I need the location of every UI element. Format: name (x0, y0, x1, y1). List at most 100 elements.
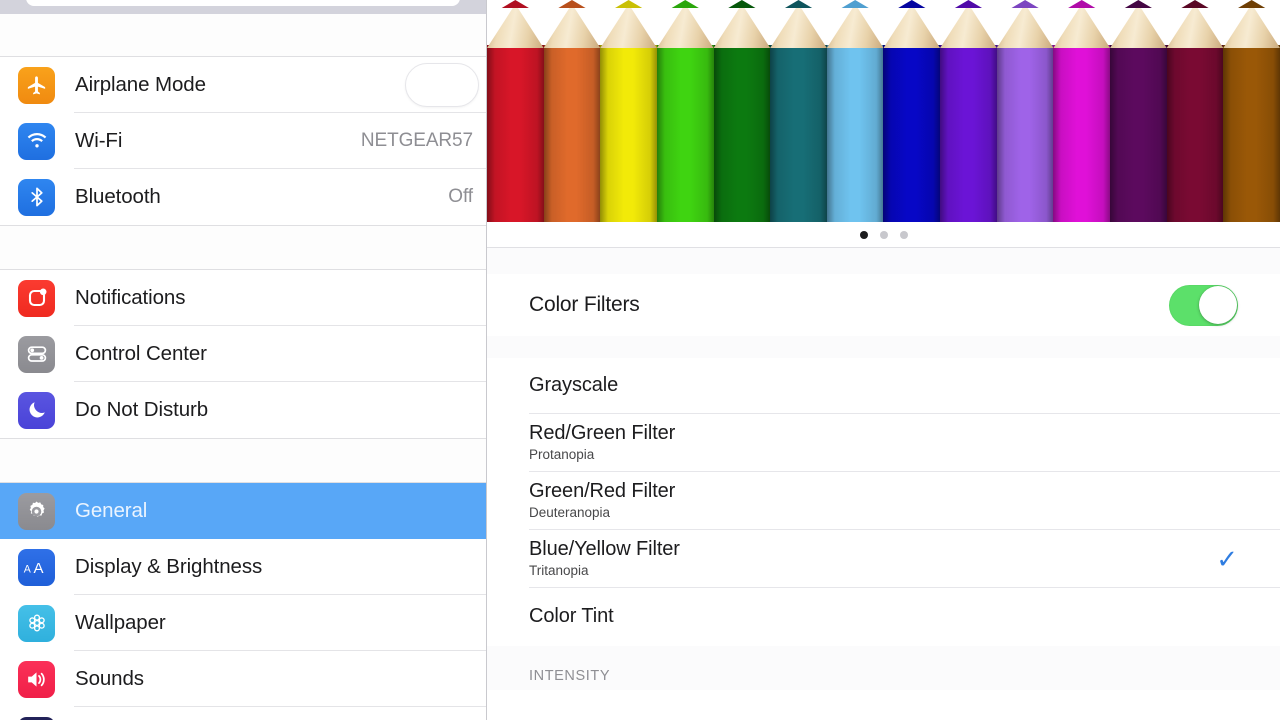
filter-option-green-red[interactable]: Green/Red Filter Deuteranopia ✓ (487, 472, 1280, 530)
pencil-tip (954, 0, 983, 8)
pencil-13 (1166, 0, 1224, 222)
sidebar-top-spacer (0, 14, 486, 57)
pencil-barrel (713, 45, 771, 222)
pencil-barrel (883, 45, 941, 222)
option-title: Red/Green Filter (529, 422, 676, 444)
pencil-tip (784, 0, 813, 8)
pencil-row (487, 0, 1280, 222)
option-subtitle: Tritanopia (529, 563, 589, 578)
sidebar-item-wallpaper[interactable]: Wallpaper (0, 595, 486, 651)
pencil-barrel (1223, 45, 1280, 222)
color-filters-label: Color Filters (529, 293, 640, 316)
sidebar-item-do-not-disturb[interactable]: Do Not Disturb (0, 382, 486, 438)
sidebar-item-control-center[interactable]: Control Center (0, 326, 486, 382)
sidebar-item-notifications[interactable]: Notifications (0, 270, 486, 326)
sidebar-item-label: Notifications (75, 286, 186, 309)
display-brightness-icon: A A (18, 548, 55, 586)
airplane-icon (18, 66, 55, 104)
filter-option-color-tint[interactable]: Color Tint ✓ (487, 588, 1280, 646)
filter-option-red-green[interactable]: Red/Green Filter Protanopia ✓ (487, 414, 1280, 472)
page-dot-3[interactable] (899, 230, 908, 239)
pencil-barrel (656, 45, 714, 222)
color-filters-detail-panel: Color Filters Grayscale ✓ Red/Green Filt… (487, 0, 1280, 720)
sidebar-item-label: Display & Brightness (75, 555, 263, 578)
pencil-12 (1110, 0, 1167, 222)
page-dot-1[interactable] (859, 230, 868, 239)
sidebar-item-label: Wallpaper (75, 611, 166, 634)
pencil-3 (600, 0, 657, 222)
sidebar-item-display-brightness[interactable]: A A Display & Brightness (0, 539, 486, 595)
pencil-wood (1053, 4, 1111, 48)
pencil-barrel (543, 45, 601, 222)
pencil-tip (615, 0, 643, 8)
search-input[interactable] (26, 0, 460, 6)
pencil-tip (1181, 0, 1209, 8)
bluetooth-icon (18, 178, 55, 216)
sidebar-item-airplane-mode[interactable]: Airplane Mode (0, 57, 486, 113)
sidebar-item-sounds[interactable]: Sounds (0, 651, 486, 707)
color-filters-toggle[interactable] (1169, 284, 1238, 326)
sidebar-item-general[interactable]: General (0, 483, 486, 539)
pencil-5 (713, 0, 771, 222)
pencil-tip (671, 0, 699, 8)
sidebar-item-bluetooth[interactable]: Bluetooth Off (0, 169, 486, 225)
notifications-icon (18, 279, 55, 317)
pencil-tip (501, 0, 529, 8)
airplane-mode-toggle[interactable] (405, 63, 479, 107)
settings-split-view: Airplane Mode Wi-Fi NETGEAR57 Bluetooth … (0, 0, 1280, 720)
color-pencils-preview (487, 0, 1280, 222)
pencil-wood (1166, 4, 1224, 48)
search-bar-strip (0, 0, 486, 14)
option-subtitle: Deuteranopia (529, 505, 611, 520)
color-filters-row[interactable]: Color Filters (487, 274, 1280, 336)
filter-option-grayscale[interactable]: Grayscale ✓ (487, 358, 1280, 414)
toggle-knob (1198, 286, 1237, 324)
pencil-tip (1124, 0, 1152, 8)
pencil-wood (487, 4, 544, 48)
pencil-barrel (826, 45, 884, 222)
sidebar-item-label: Sounds (75, 667, 144, 690)
pencil-tip (898, 0, 926, 8)
pencil-wood (770, 4, 827, 48)
pencil-wood (826, 4, 884, 48)
sidebar-item-partial[interactable] (0, 707, 486, 720)
settings-list: Color Filters Grayscale ✓ Red/Green Filt… (487, 248, 1280, 720)
svg-text:A: A (23, 563, 31, 575)
option-title: Color Tint (529, 605, 614, 627)
pencil-barrel (1166, 45, 1224, 222)
pencil-10 (996, 0, 1054, 222)
settings-sidebar: Airplane Mode Wi-Fi NETGEAR57 Bluetooth … (0, 0, 487, 720)
sidebar-item-value: NETGEAR57 (360, 130, 473, 151)
sidebar-item-label: Airplane Mode (75, 73, 206, 96)
sidebar-item-wifi[interactable]: Wi-Fi NETGEAR57 (0, 113, 486, 169)
option-title: Blue/Yellow Filter (529, 538, 680, 560)
wifi-icon (18, 122, 55, 160)
option-title: Grayscale (529, 374, 619, 396)
sidebar-item-label: General (75, 499, 148, 522)
sidebar-item-label: Do Not Disturb (75, 398, 209, 421)
wallpaper-icon (18, 604, 55, 642)
option-title: Green/Red Filter (529, 480, 676, 502)
intensity-section-header: INTENSITY (487, 646, 1280, 690)
pencil-2 (543, 0, 601, 222)
pencil-tip (728, 0, 756, 8)
sidebar-group-alerts: Notifications Control Center Do Not Dist… (0, 270, 486, 438)
pencil-14 (1223, 0, 1280, 222)
checkmark-icon: ✓ (1216, 543, 1238, 574)
filter-option-blue-yellow[interactable]: Blue/Yellow Filter Tritanopia ✓ (487, 530, 1280, 588)
pencil-8 (883, 0, 941, 222)
pencil-tip (558, 0, 586, 8)
pencil-wood (940, 4, 997, 48)
sidebar-scroll[interactable]: Airplane Mode Wi-Fi NETGEAR57 Bluetooth … (0, 14, 486, 720)
sidebar-item-value: Off (448, 186, 473, 207)
pencil-barrel (487, 45, 544, 222)
page-indicator[interactable] (487, 222, 1280, 248)
pencil-wood (713, 4, 771, 48)
pencil-tip (1238, 0, 1266, 8)
pencil-7 (826, 0, 884, 222)
pencil-barrel (600, 45, 657, 222)
pencil-9 (940, 0, 997, 222)
pencil-11 (1053, 0, 1111, 222)
pencil-wood (1223, 4, 1280, 48)
page-dot-2[interactable] (879, 230, 888, 239)
